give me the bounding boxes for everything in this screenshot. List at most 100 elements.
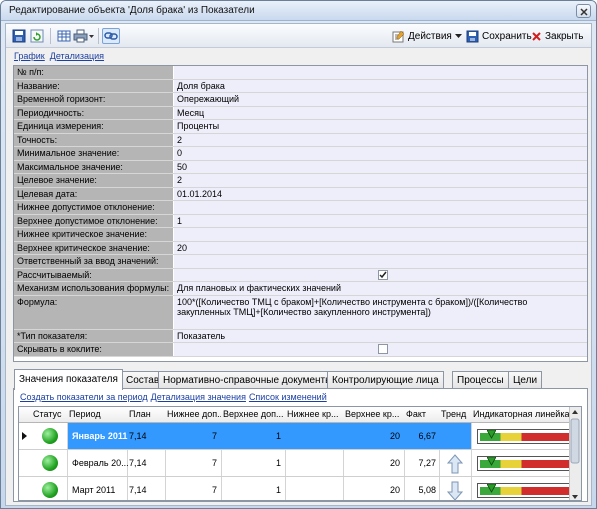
property-value[interactable] — [174, 201, 587, 214]
property-label: Минимальное значение: — [14, 147, 173, 160]
window-close-button[interactable] — [576, 4, 591, 18]
app-window: Редактирование объекта 'Доля брака' из П… — [0, 0, 597, 509]
red-x-icon — [532, 31, 541, 41]
grid-column-header[interactable]: Период — [69, 409, 125, 419]
actions-menu-button[interactable]: Действия — [392, 28, 463, 44]
save-disk-button[interactable] — [12, 28, 26, 44]
property-value[interactable]: 1 — [174, 214, 587, 227]
chart-link[interactable]: График — [14, 51, 45, 61]
property-row: Целевая дата: 01.01.2014 — [14, 187, 587, 201]
table-row[interactable]: Март 2011 7,14 7 1 20 5,08 — [19, 477, 577, 500]
tab-3[interactable]: Нормативно-справочные документы — [158, 371, 338, 389]
dropdown-arrow-icon — [454, 34, 462, 38]
property-row: Верхнее критическое значение: 20 — [14, 241, 587, 255]
property-label: Название: — [14, 79, 173, 92]
indicator-marker-icon — [486, 456, 497, 468]
cell-period: Январь 2011 — [72, 431, 128, 441]
detail-link[interactable]: Детализация — [50, 51, 104, 61]
property-value[interactable]: 50 — [174, 160, 587, 173]
property-row: Точность: 2 — [14, 133, 587, 147]
cell-fact: 5,08 — [418, 485, 436, 495]
property-row: Временной горизонт: Опережающий — [14, 93, 587, 107]
property-value[interactable]: Для плановых и фактических значений — [174, 282, 587, 295]
grid-column-header[interactable]: Верхнее доп... — [223, 409, 283, 419]
value-detail-link[interactable]: Детализация значения — [151, 392, 246, 402]
property-label: Целевая дата: — [14, 187, 173, 200]
indicator-gauge — [477, 429, 577, 444]
property-checkbox[interactable] — [378, 269, 388, 280]
tab-5[interactable]: Процессы — [452, 371, 509, 389]
tab-4[interactable]: Контролирующие лица — [327, 371, 444, 389]
link-button[interactable] — [102, 28, 120, 44]
indicator-marker-icon — [486, 429, 497, 441]
print-button[interactable] — [73, 28, 95, 44]
close-form-button[interactable]: Закрыть — [531, 28, 584, 44]
property-row: Верхнее допустимое отклонение: 1 — [14, 214, 587, 228]
grid-column-header[interactable]: Индикаторная линейка — [473, 409, 573, 419]
tab-panel-values: Создать показатели за период Детализация … — [13, 388, 588, 502]
property-value[interactable]: 0 — [174, 147, 587, 160]
property-value[interactable]: Месяц — [174, 106, 587, 119]
property-row: Формула: 100*([Количество ТМЦ с браком]+[… — [14, 295, 587, 330]
grid-column-header[interactable]: План — [129, 409, 165, 419]
property-value[interactable] — [174, 268, 587, 281]
property-value[interactable]: 2 — [174, 133, 587, 146]
save-button[interactable]: Сохранить — [466, 28, 532, 44]
cell-upper-dev: 1 — [275, 485, 281, 495]
status-green-icon — [42, 482, 58, 498]
chain-link-icon — [104, 32, 118, 40]
grid-column-header[interactable]: Тренд — [441, 409, 471, 419]
property-checkbox[interactable] — [378, 344, 388, 354]
property-value[interactable]: Показатель — [174, 329, 587, 342]
property-row: № п/п: — [14, 66, 587, 80]
table-icon — [57, 30, 71, 42]
property-value[interactable]: 20 — [174, 241, 587, 254]
floppy-disk-icon — [12, 29, 26, 43]
property-value[interactable]: 2 — [174, 174, 587, 187]
status-green-icon — [42, 455, 58, 471]
refresh-button[interactable] — [30, 28, 44, 44]
properties-grid: № п/п: Название: Доля брака Временной гориз… — [13, 65, 588, 362]
property-row: Периодичность: Месяц — [14, 106, 587, 120]
grid-column-header[interactable]: Статус — [33, 409, 67, 419]
property-value[interactable] — [174, 228, 587, 241]
property-row: Рассчитываемый: — [14, 268, 587, 282]
create-period-link[interactable]: Создать показатели за период — [20, 392, 148, 402]
tab-6[interactable]: Цели — [508, 371, 543, 389]
actions-icon — [392, 30, 405, 42]
window-title: Редактирование объекта 'Доля брака' из П… — [9, 5, 255, 16]
grid-column-header[interactable]: Факт — [406, 409, 436, 419]
property-row: Название: Доля брака — [14, 79, 587, 93]
property-label: Скрывать в коклите: — [14, 343, 173, 356]
tab-1[interactable]: Значения показателя — [14, 369, 123, 390]
property-value[interactable]: Проценты — [174, 120, 587, 133]
property-value[interactable]: Опережающий — [174, 93, 587, 106]
property-value[interactable]: 100*([Количество ТМЦ с браком]+[Количест… — [174, 295, 587, 329]
property-label: Целевое значение: — [14, 174, 173, 187]
property-value[interactable] — [174, 255, 587, 268]
table-row[interactable]: Февраль 20... 7,14 7 1 20 7,27 — [19, 450, 577, 477]
property-row: Целевое значение: 2 — [14, 174, 587, 188]
property-label: Механизм использования формулы: — [14, 282, 173, 295]
grid-column-header[interactable]: Верхнее кр... — [345, 409, 403, 419]
property-value[interactable] — [174, 66, 587, 79]
grid-column-header[interactable]: Нижнее доп... — [167, 409, 221, 419]
changes-list-link[interactable]: Список изменений — [249, 392, 327, 402]
table-row[interactable]: Январь 2011 7,14 7 1 20 6,67 — [19, 423, 577, 450]
grid-vertical-scrollbar[interactable] — [569, 407, 581, 500]
status-green-icon — [42, 428, 58, 444]
close-icon — [580, 8, 588, 16]
cell-plan: 7,14 — [129, 458, 147, 468]
cell-lower-dev: 7 — [211, 458, 217, 468]
cell-upper-dev: 1 — [275, 431, 281, 441]
trend-up-icon — [446, 454, 464, 476]
table-view-button[interactable] — [57, 28, 71, 44]
property-value[interactable]: 01.01.2014 — [174, 187, 587, 200]
property-row: Единица измерения: Проценты — [14, 120, 587, 134]
property-value[interactable]: Доля брака — [174, 79, 587, 92]
printer-icon — [73, 29, 94, 43]
grid-column-header[interactable]: Нижнее кр... — [287, 409, 343, 419]
property-label: Верхнее критическое значение: — [14, 241, 173, 254]
property-label: Максимальное значение: — [14, 160, 173, 173]
property-value[interactable] — [174, 343, 587, 356]
